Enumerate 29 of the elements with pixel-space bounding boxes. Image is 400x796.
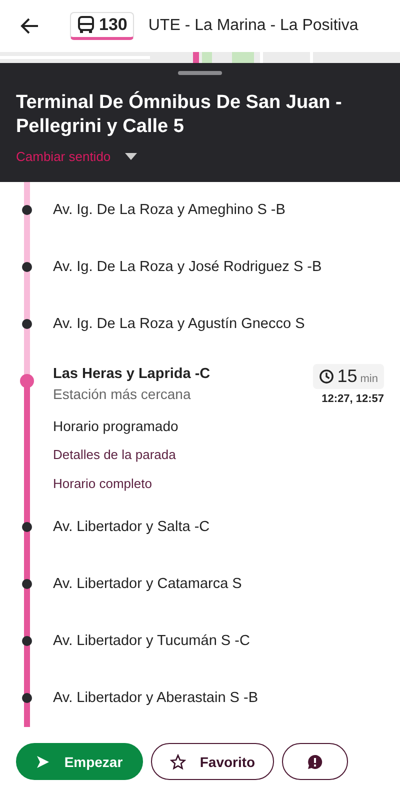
route-number: 130	[99, 15, 128, 35]
eta-unit: min	[360, 373, 378, 385]
eta-value: 15	[337, 366, 358, 387]
stop-name[interactable]: Av. Libertador y Aberastain S -B	[53, 670, 384, 727]
alert-bubble-icon	[307, 754, 323, 770]
stop-name[interactable]: Av. Ig. De La Roza y Agustín Gnecco S	[53, 296, 384, 353]
bus-icon	[77, 16, 95, 34]
arrival-times: 12:27, 12:57	[322, 393, 384, 405]
schedule-label: Horario programado	[53, 417, 180, 436]
navigation-arrow-icon	[36, 754, 50, 768]
back-arrow-icon	[20, 16, 40, 36]
stop-name[interactable]: Av. Libertador y Tucumán S -C	[53, 613, 384, 670]
stop-link[interactable]: Detalles de la parada	[53, 445, 176, 465]
stop-subtitle: Estación más cercana	[53, 385, 192, 404]
stop-name[interactable]: Av. Libertador y Salta -C	[53, 499, 384, 556]
clock-icon	[319, 369, 334, 384]
start-button[interactable]: Empezar	[16, 743, 143, 780]
report-button[interactable]	[282, 743, 348, 780]
stop-name[interactable]: Av. Libertador y Catamarca S	[53, 556, 384, 613]
stop-name[interactable]: Las Heras y Laprida -C	[53, 364, 314, 384]
star-icon	[170, 754, 186, 770]
caret-icon	[124, 153, 137, 160]
stop-name[interactable]: Av. Ig. De La Roza y Ameghino S -B	[53, 182, 384, 239]
stop-link[interactable]: Horario completo	[53, 474, 152, 494]
sheet-title: Terminal De Ómnibus De San Juan - Pellegrini y Calle 5	[16, 91, 343, 139]
stop-name[interactable]: Av. Ig. De La Roza y José Rodriguez S -B	[53, 239, 384, 296]
favorite-button[interactable]: Favorito	[151, 743, 274, 780]
route-name: UTE - La Marina - La Positiva	[148, 17, 358, 35]
drag-handle[interactable]	[178, 71, 222, 75]
